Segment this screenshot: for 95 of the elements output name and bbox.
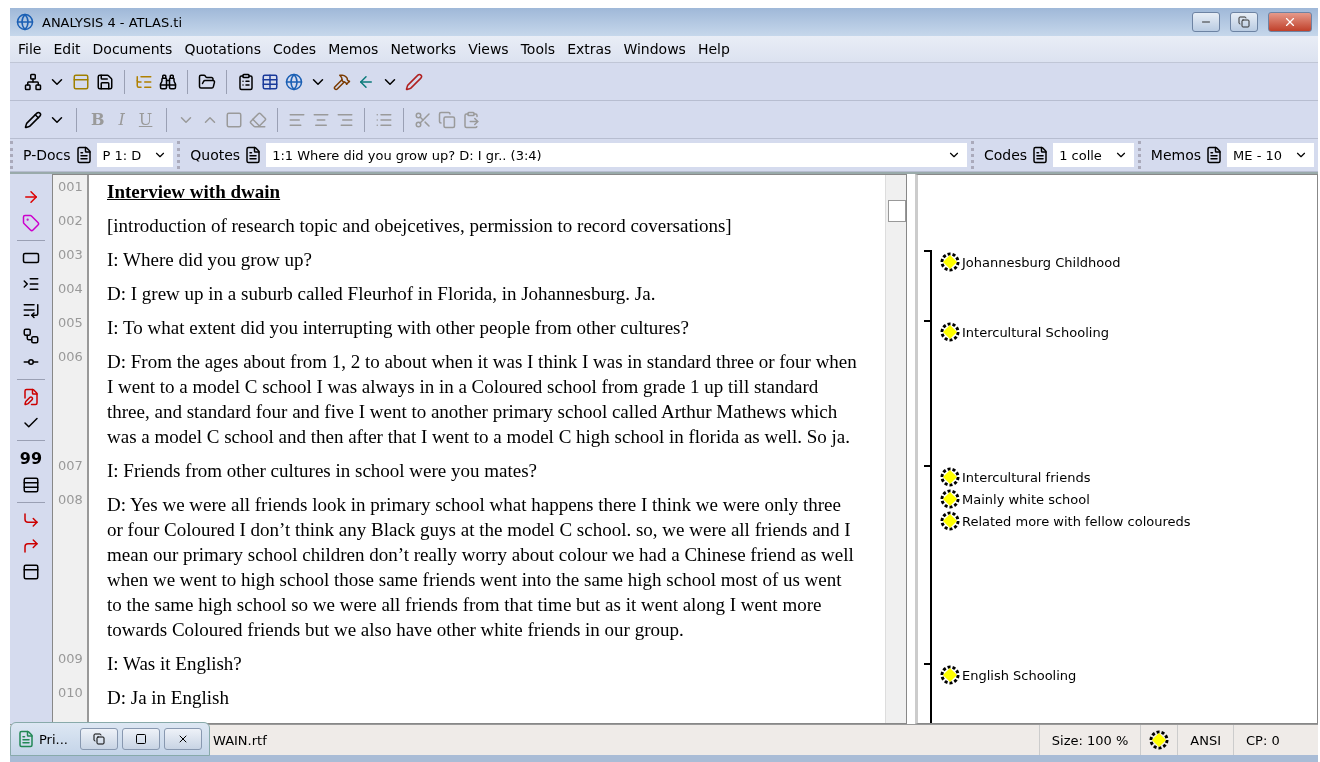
- minimize-button[interactable]: [1192, 12, 1220, 32]
- line-number: 007: [58, 458, 83, 473]
- paragraph: D: I grew up in a suburb called Fleurhof in Florida, in Johannesburg. Ja.: [107, 282, 657, 306]
- code-icon: [940, 252, 960, 272]
- pencil-icon[interactable]: [24, 110, 42, 129]
- line-number: 001: [58, 179, 83, 194]
- globe-icon[interactable]: [285, 72, 303, 91]
- paragraph: D: Ja in English: [107, 686, 230, 710]
- close-button[interactable]: [1268, 12, 1312, 32]
- document-icon[interactable]: [1205, 146, 1224, 164]
- code-label[interactable]: Intercultural friends: [962, 469, 1091, 485]
- workflow-icon[interactable]: [22, 327, 40, 345]
- line-number: 005: [58, 315, 83, 330]
- restore-button[interactable]: [79, 728, 118, 750]
- restore-button[interactable]: [1230, 12, 1258, 32]
- restore-icon: [92, 733, 105, 745]
- document-icon: [17, 730, 35, 748]
- window-icon[interactable]: [72, 72, 90, 91]
- indent-icon[interactable]: [22, 275, 40, 293]
- list-end-icon[interactable]: [22, 301, 40, 319]
- menu-item[interactable]: Tools: [514, 41, 562, 57]
- corner-up-icon[interactable]: [22, 537, 40, 555]
- code-icon: [940, 665, 960, 685]
- document-icon[interactable]: [244, 146, 263, 164]
- code-label[interactable]: Related more with fellow coloureds: [962, 513, 1191, 529]
- hammer-icon[interactable]: [333, 72, 351, 91]
- menu-item[interactable]: Memos: [322, 41, 385, 57]
- scrollbar[interactable]: [885, 175, 906, 723]
- tag-icon[interactable]: [22, 214, 40, 232]
- line-number: 002: [58, 213, 83, 228]
- maximize-icon: [134, 733, 147, 745]
- quote-count[interactable]: 99: [19, 449, 43, 468]
- line-number: 006: [58, 349, 83, 364]
- menu-item[interactable]: File: [12, 41, 48, 57]
- line-number: 008: [58, 492, 83, 507]
- code-icon: [940, 489, 960, 509]
- paragraph: Interview with dwain: [107, 180, 282, 204]
- selector-dropdown[interactable]: P 1: D: [96, 143, 174, 167]
- document-icon[interactable]: [74, 146, 93, 164]
- menu-item[interactable]: Codes: [267, 41, 323, 57]
- selector-label: Memos: [1150, 147, 1202, 163]
- arrow-right-icon[interactable]: [22, 188, 40, 206]
- table-icon[interactable]: [261, 72, 279, 91]
- globe-icon: [16, 13, 34, 31]
- menu-item[interactable]: Edit: [47, 41, 87, 57]
- save-icon[interactable]: [96, 72, 114, 91]
- selector-label: P-Docs: [23, 147, 71, 163]
- frame-icon[interactable]: [22, 563, 40, 581]
- restore-icon: [1238, 16, 1250, 28]
- clipboard-icon[interactable]: [237, 72, 255, 91]
- menu-item[interactable]: Documents: [86, 41, 179, 57]
- code-icon: [940, 511, 960, 531]
- file-name: WAIN.rtf: [213, 732, 267, 748]
- menu-item[interactable]: Networks: [384, 41, 463, 57]
- paragraph: D: Yes we were all friends look in primary school what happens there I think we were only three or four Coloured I don’t think any Black guys at the model C school. so, we were all friends and I mean our primary school children don’t really worry about colour we had a Chinese friend as well when we went to high school those same friends went into the same high school most of us went to the same high school so we were all friends from that time but as it went along I went more towards Coloured friends but we also have other white friends in our group.: [107, 493, 855, 642]
- code-label[interactable]: Mainly white school: [962, 491, 1090, 507]
- line-number: 009: [58, 651, 83, 666]
- paragraph: I: To what extent did you interrupting with other people from other cultures?: [107, 316, 690, 340]
- line-number: 004: [58, 281, 83, 296]
- code-icon: [1149, 730, 1170, 750]
- paragraph: [introduction of research topic and obejcetives, permission to record coversations]: [107, 214, 733, 238]
- menu-item[interactable]: Help: [691, 41, 736, 57]
- file-pen-icon[interactable]: [22, 388, 40, 406]
- network-icon[interactable]: [24, 72, 42, 91]
- maximize-button[interactable]: [121, 728, 160, 750]
- menu-item[interactable]: Quotations: [178, 41, 268, 57]
- pen-icon[interactable]: [405, 72, 423, 91]
- rows-icon[interactable]: [22, 476, 40, 494]
- line-number: 010: [58, 685, 83, 700]
- selector-label: Codes: [984, 147, 1028, 163]
- paragraph: D: From the ages about from 1, 2 to about when it was I think I was in standard three or four when I went to a model C school I was always in in a Coloured school from grade 1 up till standard three, and standard four and five I went to another primary school called Arthur Mathews which was a model C school and then after that I went to a model C high school in florida as well. So ja.: [107, 350, 858, 449]
- paragraph: I: Was it English?: [107, 652, 243, 676]
- code-label[interactable]: Intercultural Schooling: [962, 324, 1109, 340]
- selector-dropdown[interactable]: 1:1 Where did you grow up? D: I gr.. (3:4): [266, 143, 967, 167]
- minimized-window[interactable]: Pri...: [10, 722, 210, 756]
- minimized-title: Pri...: [39, 731, 68, 747]
- window-title: ANALYSIS 4 - ATLAS.ti: [42, 14, 183, 30]
- code-label[interactable]: Johannesburg Childhood: [962, 254, 1121, 270]
- paragraph: I: Friends from other cultures in school were you mates?: [107, 459, 539, 483]
- menu-item[interactable]: Views: [462, 41, 515, 57]
- selector-dropdown[interactable]: ME - 10: [1227, 143, 1314, 167]
- corner-down-icon[interactable]: [22, 511, 40, 529]
- code-icon: [940, 322, 960, 342]
- document-icon[interactable]: [1031, 146, 1050, 164]
- paragraph: I: Where did you grow up?: [107, 248, 313, 272]
- close-icon: [1283, 15, 1297, 29]
- code-label[interactable]: English Schooling: [962, 667, 1077, 683]
- line-number: 003: [58, 247, 83, 262]
- menu-item[interactable]: Extras: [561, 41, 618, 57]
- binoculars-icon[interactable]: [159, 72, 177, 91]
- menu-item[interactable]: Windows: [617, 41, 692, 57]
- selector-label: Quotes: [190, 147, 241, 163]
- folder-icon[interactable]: [198, 72, 216, 91]
- selector-dropdown[interactable]: 1 colle: [1053, 143, 1134, 167]
- code-icon: [940, 467, 960, 487]
